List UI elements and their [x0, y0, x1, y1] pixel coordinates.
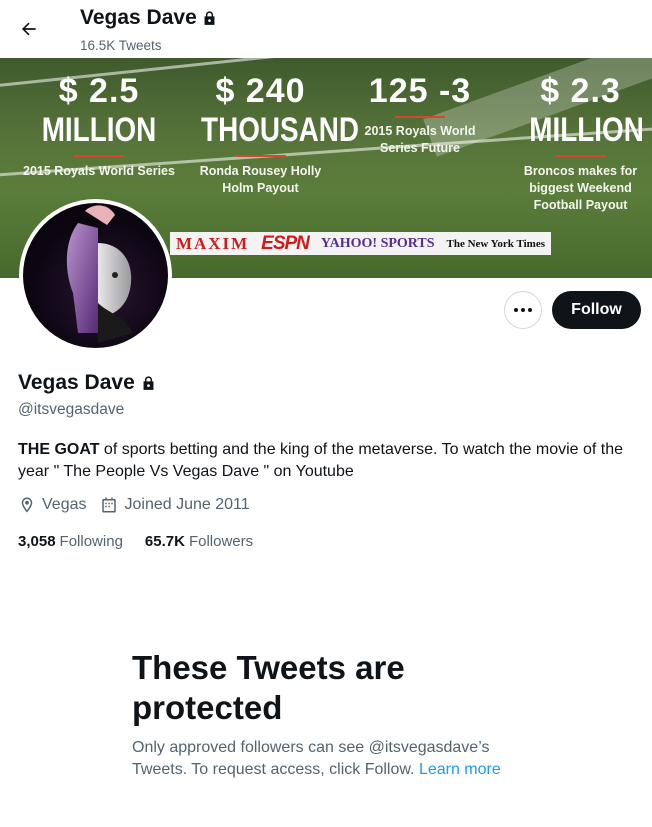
banner-caption: Broncos makes for biggest Weekend Footba… [523, 164, 638, 212]
following-count: 3,058 [18, 533, 56, 550]
profile-name: Vegas Dave [18, 371, 135, 394]
more-options-button[interactable] [504, 291, 542, 329]
header-title: Vegas Dave [80, 6, 218, 30]
banner-caption: 2015 Royals World Series [23, 164, 175, 178]
banner-caption: 2015 Royals World Series Future [364, 124, 476, 155]
lock-icon [201, 10, 218, 27]
media-logo-strip: MAXIM ESPN YAHOO! SPORTS The New York Ti… [170, 232, 551, 255]
banner-number: $ 2.3 [540, 72, 621, 110]
banner-stat-2: $ 240 THOUSAND Ronda Rousey Holly Holm P… [188, 58, 360, 197]
banner-number: $ 2.5 [58, 72, 140, 110]
banner-word: MILLION [41, 111, 157, 149]
lock-icon [140, 375, 157, 392]
arrow-left-icon [21, 22, 36, 36]
top-bar: Vegas Dave 16.5K Tweets [0, 0, 652, 58]
header-name: Vegas Dave [80, 6, 197, 29]
banner-number: 125 -3 [368, 72, 472, 110]
avatar-image [23, 203, 168, 348]
calendar-icon [102, 497, 117, 513]
banner-number: $ 240 [215, 72, 306, 110]
location-pin-icon [21, 497, 33, 513]
dot [521, 308, 525, 312]
profile-handle: @itsvegasdave [18, 401, 125, 418]
profile-display-name: Vegas Dave [18, 371, 157, 395]
following-link[interactable]: 3,058 Following [18, 533, 123, 550]
dot [528, 308, 532, 312]
avatar-portrait-icon [66, 205, 133, 343]
banner-word: THOUSAND [201, 111, 360, 149]
yahoo-sports-logo: YAHOO! SPORTS [320, 235, 435, 251]
follow-button[interactable]: Follow [552, 291, 641, 329]
protected-title: These Tweets are protected [132, 649, 405, 726]
espn-logo: ESPN [261, 232, 310, 254]
banner-word: MILLION [529, 111, 644, 149]
location: Vegas [18, 496, 86, 514]
join-date: Joined June 2011 [100, 496, 250, 514]
back-button[interactable] [12, 12, 46, 46]
followers-count: 65.7K [144, 533, 185, 550]
follow-stats: 3,058 Following 65.7K Followers [18, 533, 275, 550]
profile-bio: THE GOAT of sports betting and the king … [18, 439, 638, 483]
avatar[interactable] [19, 199, 172, 352]
bio-bold: THE GOAT [18, 441, 100, 458]
banner-caption: Ronda Rousey Holly Holm Payout [199, 164, 322, 195]
maxim-logo: MAXIM [175, 233, 250, 253]
join-date-text: Joined June 2011 [124, 496, 250, 513]
protected-description: Only approved followers can see @itsvega… [132, 737, 532, 781]
followers-label: Followers [188, 533, 254, 550]
following-label: Following [59, 533, 123, 550]
tweet-count: 16.5K Tweets [80, 38, 162, 53]
followers-link[interactable]: 65.7K Followers [145, 533, 253, 550]
banner-stat-4: $ 2.3 MILLION Broncos makes for biggest … [518, 58, 644, 214]
nyt-logo: The New York Times [446, 237, 545, 250]
dot [514, 308, 518, 312]
location-text: Vegas [42, 496, 87, 513]
bio-text: of sports betting and the king of the me… [18, 441, 624, 480]
banner-stat-3: 125 -3 2015 Royals World Series Future [345, 58, 495, 157]
profile-meta: Vegas Joined June 2011 [18, 496, 264, 514]
banner-stat-1: $ 2.5 MILLION 2015 Royals World Series [20, 58, 178, 180]
learn-more-link[interactable]: Learn more [419, 761, 501, 778]
